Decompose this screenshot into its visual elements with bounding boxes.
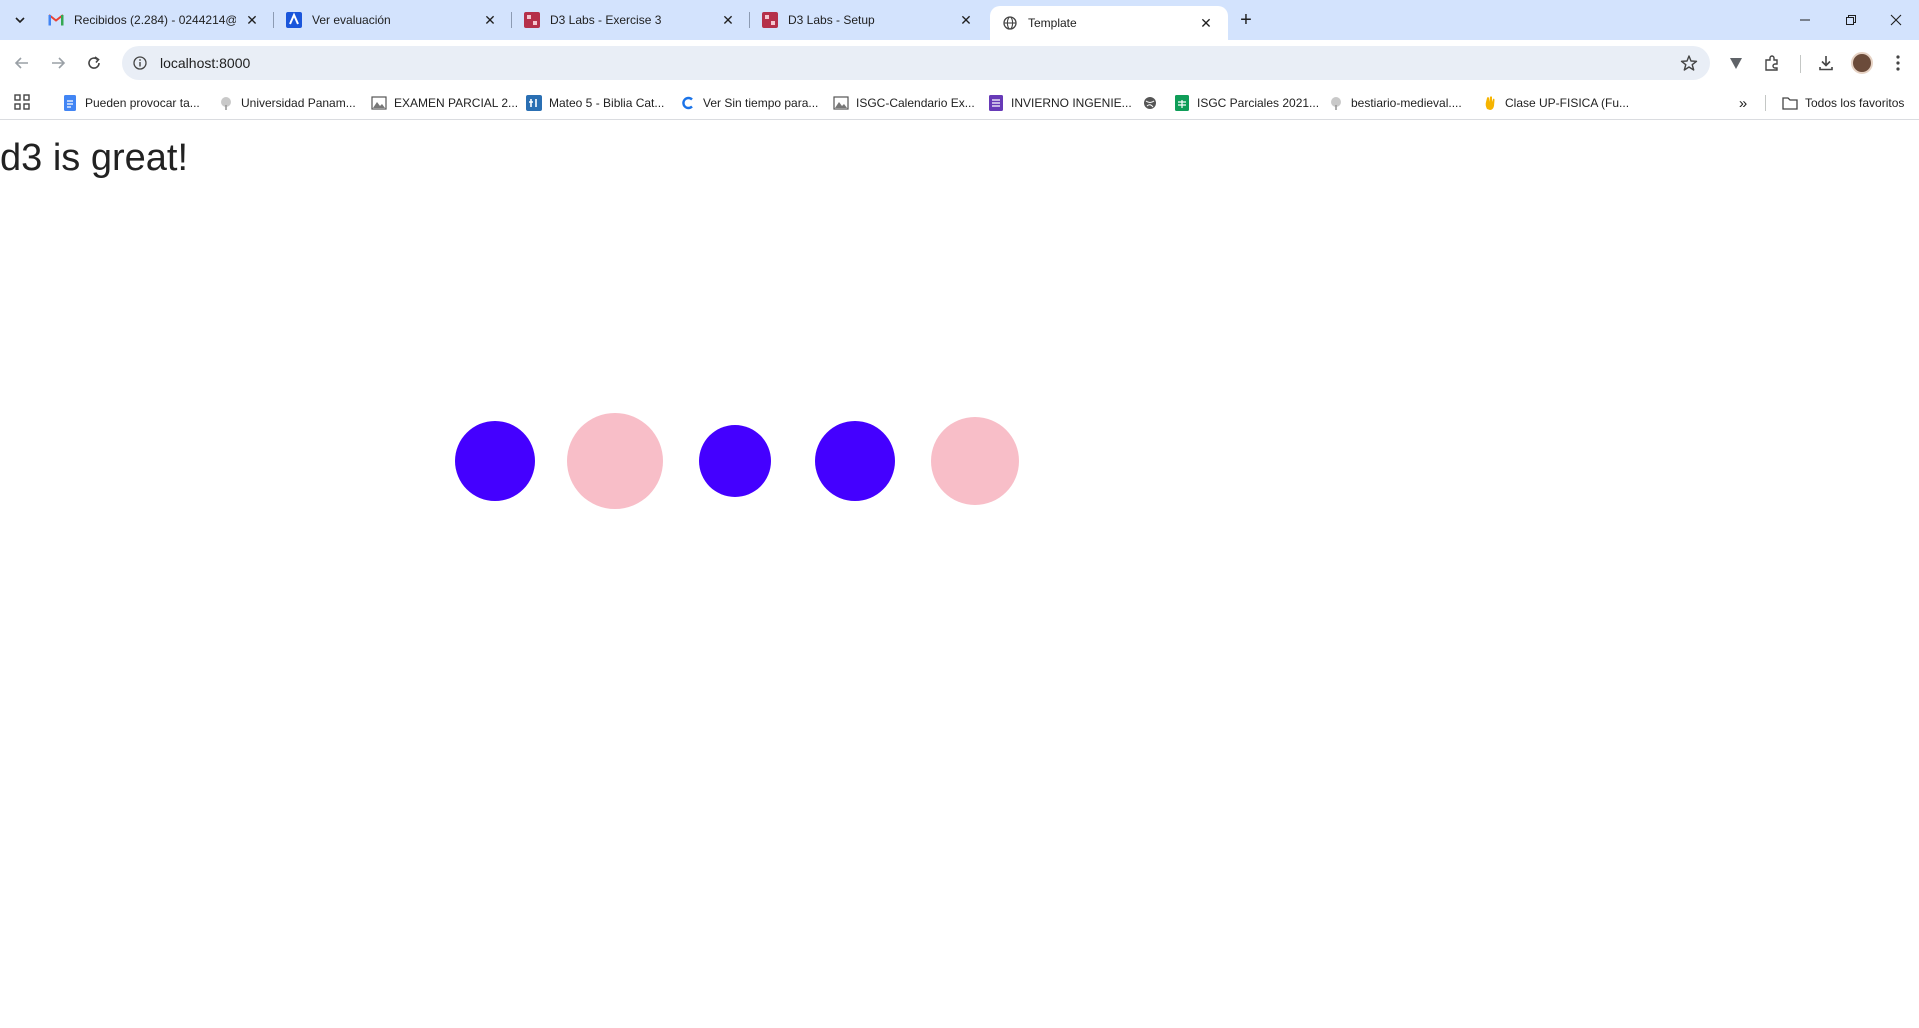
bookmark-item[interactable]: Mateo 5 - Biblia Cat... (526, 93, 664, 113)
bookmarks-divider (1765, 95, 1766, 111)
circles-svg (455, 413, 1019, 509)
forward-button[interactable] (44, 49, 72, 77)
bookmark-label: Universidad Panam... (241, 96, 356, 110)
tab-title: Recibidos (2.284) - 0244214@u (74, 13, 236, 27)
restore-icon (1846, 15, 1856, 25)
data-circle (815, 421, 895, 501)
minimize-icon (1800, 19, 1810, 21)
apps-grid-icon[interactable] (14, 94, 32, 112)
bookmark-item[interactable]: Clase UP-FISICA (Fu... (1482, 93, 1629, 113)
d3-labs-icon (524, 12, 540, 28)
bookmark-item[interactable]: EXAMEN PARCIAL 2... (371, 93, 518, 113)
forward-arrow-icon (52, 57, 66, 69)
bookmark-label: Mateo 5 - Biblia Cat... (549, 96, 665, 110)
profile-avatar[interactable] (1850, 51, 1874, 75)
tab-title: D3 Labs - Setup (788, 13, 875, 27)
close-icon[interactable]: ✕ (1196, 13, 1216, 33)
reload-icon (88, 56, 100, 69)
back-arrow-icon (14, 57, 28, 69)
data-circle (455, 421, 535, 501)
new-tab-button[interactable]: + (1234, 8, 1258, 32)
data-circle (699, 425, 771, 497)
extensions-puzzle-icon[interactable] (1760, 51, 1784, 75)
chevron-down-icon (15, 17, 25, 24)
tab-search-button[interactable] (8, 8, 32, 32)
tab-ver-evaluacion[interactable]: Ver evaluación ✕ (274, 0, 512, 40)
image-icon (833, 95, 849, 111)
gmail-icon (48, 12, 64, 28)
back-button[interactable] (8, 49, 36, 77)
bookmark-label: ISGC-Calendario Ex... (856, 96, 975, 110)
site-info-icon[interactable] (132, 55, 148, 71)
bookmark-item[interactable]: INVIERNO INGENIE... (988, 93, 1132, 113)
tree-icon (1328, 95, 1344, 111)
bookmark-item[interactable]: Ver Sin tiempo para... (680, 93, 818, 113)
url-text[interactable]: localhost:8000 (160, 55, 250, 71)
close-window-button[interactable] (1873, 0, 1919, 40)
data-circle (567, 413, 663, 509)
extension-v-icon[interactable] (1724, 51, 1748, 75)
restore-button[interactable] (1828, 0, 1874, 40)
tab-d3-exercise-3[interactable]: D3 Labs - Exercise 3 ✕ (512, 0, 750, 40)
bookmark-label: Pueden provocar ta... (85, 96, 200, 110)
sheets-icon (1174, 95, 1190, 111)
bookmark-label: EXAMEN PARCIAL 2... (394, 96, 519, 110)
tab-title: Template (1028, 16, 1077, 30)
tab-title: Ver evaluación (312, 13, 391, 27)
avatar (1851, 52, 1873, 74)
tab-title: D3 Labs - Exercise 3 (550, 13, 662, 27)
bookmark-label: ISGC Parciales 2021... (1197, 96, 1320, 110)
forms-icon (988, 95, 1004, 111)
close-icon (1890, 14, 1902, 26)
double-chevron-right-icon: » (1738, 94, 1748, 112)
tree-icon (218, 95, 234, 111)
bookmark-item[interactable]: Pueden provocar ta... (62, 93, 200, 113)
bookmark-label: Ver Sin tiempo para... (703, 96, 819, 110)
close-icon[interactable]: ✕ (718, 10, 738, 30)
bookmark-item[interactable]: ISGC-Calendario Ex... (833, 93, 975, 113)
close-icon[interactable]: ✕ (956, 10, 976, 30)
folder-icon (1782, 95, 1798, 111)
page-viewport: d3 is great! (0, 121, 1919, 1028)
all-bookmarks-folder[interactable]: Todos los favoritos (1782, 93, 1904, 113)
bookmark-item[interactable] (1142, 93, 1165, 113)
bookmarks-bar: Pueden provocar ta... Universidad Panam.… (0, 86, 1919, 120)
d3-labs-icon (762, 12, 778, 28)
tab-strip: Recibidos (2.284) - 0244214@u ✕ Ver eval… (0, 0, 1919, 40)
bookmark-star-icon[interactable] (1680, 54, 1698, 72)
bookmark-item[interactable]: ISGC Parciales 2021... (1174, 93, 1319, 113)
bookmark-item[interactable]: bestiario-medieval.... (1328, 93, 1462, 113)
bible-icon (526, 95, 542, 111)
bookmark-label: INVIERNO INGENIE... (1011, 96, 1132, 110)
browser-toolbar: localhost:8000 (0, 40, 1919, 86)
address-bar[interactable]: localhost:8000 (122, 46, 1710, 80)
data-circle (931, 417, 1019, 505)
close-icon[interactable]: ✕ (480, 10, 500, 30)
reload-button[interactable] (80, 49, 108, 77)
tab-template[interactable]: Template ✕ (990, 6, 1228, 40)
image-icon (371, 95, 387, 111)
tab-d3-setup[interactable]: D3 Labs - Setup ✕ (750, 0, 988, 40)
c-logo-icon (680, 95, 696, 111)
minimize-button[interactable] (1782, 0, 1828, 40)
plus-icon: + (1240, 8, 1252, 31)
downloads-icon[interactable] (1814, 51, 1838, 75)
tab-gmail[interactable]: Recibidos (2.284) - 0244214@u ✕ (36, 0, 274, 40)
menu-kebab-icon[interactable] (1886, 51, 1910, 75)
docs-icon (62, 95, 78, 111)
all-bookmarks-label: Todos los favoritos (1805, 96, 1905, 110)
globe-icon (1002, 15, 1018, 31)
toolbar-divider (1800, 55, 1801, 73)
close-icon[interactable]: ✕ (242, 10, 262, 30)
arrow-a-icon (286, 12, 302, 28)
hand-icon (1482, 95, 1498, 111)
bookmark-item[interactable]: Universidad Panam... (218, 93, 356, 113)
bookmark-label: bestiario-medieval.... (1351, 96, 1462, 110)
bookmark-label: Clase UP-FISICA (Fu... (1505, 96, 1630, 110)
bookmarks-overflow-button[interactable]: » (1734, 94, 1752, 112)
globe-icon (1142, 95, 1158, 111)
